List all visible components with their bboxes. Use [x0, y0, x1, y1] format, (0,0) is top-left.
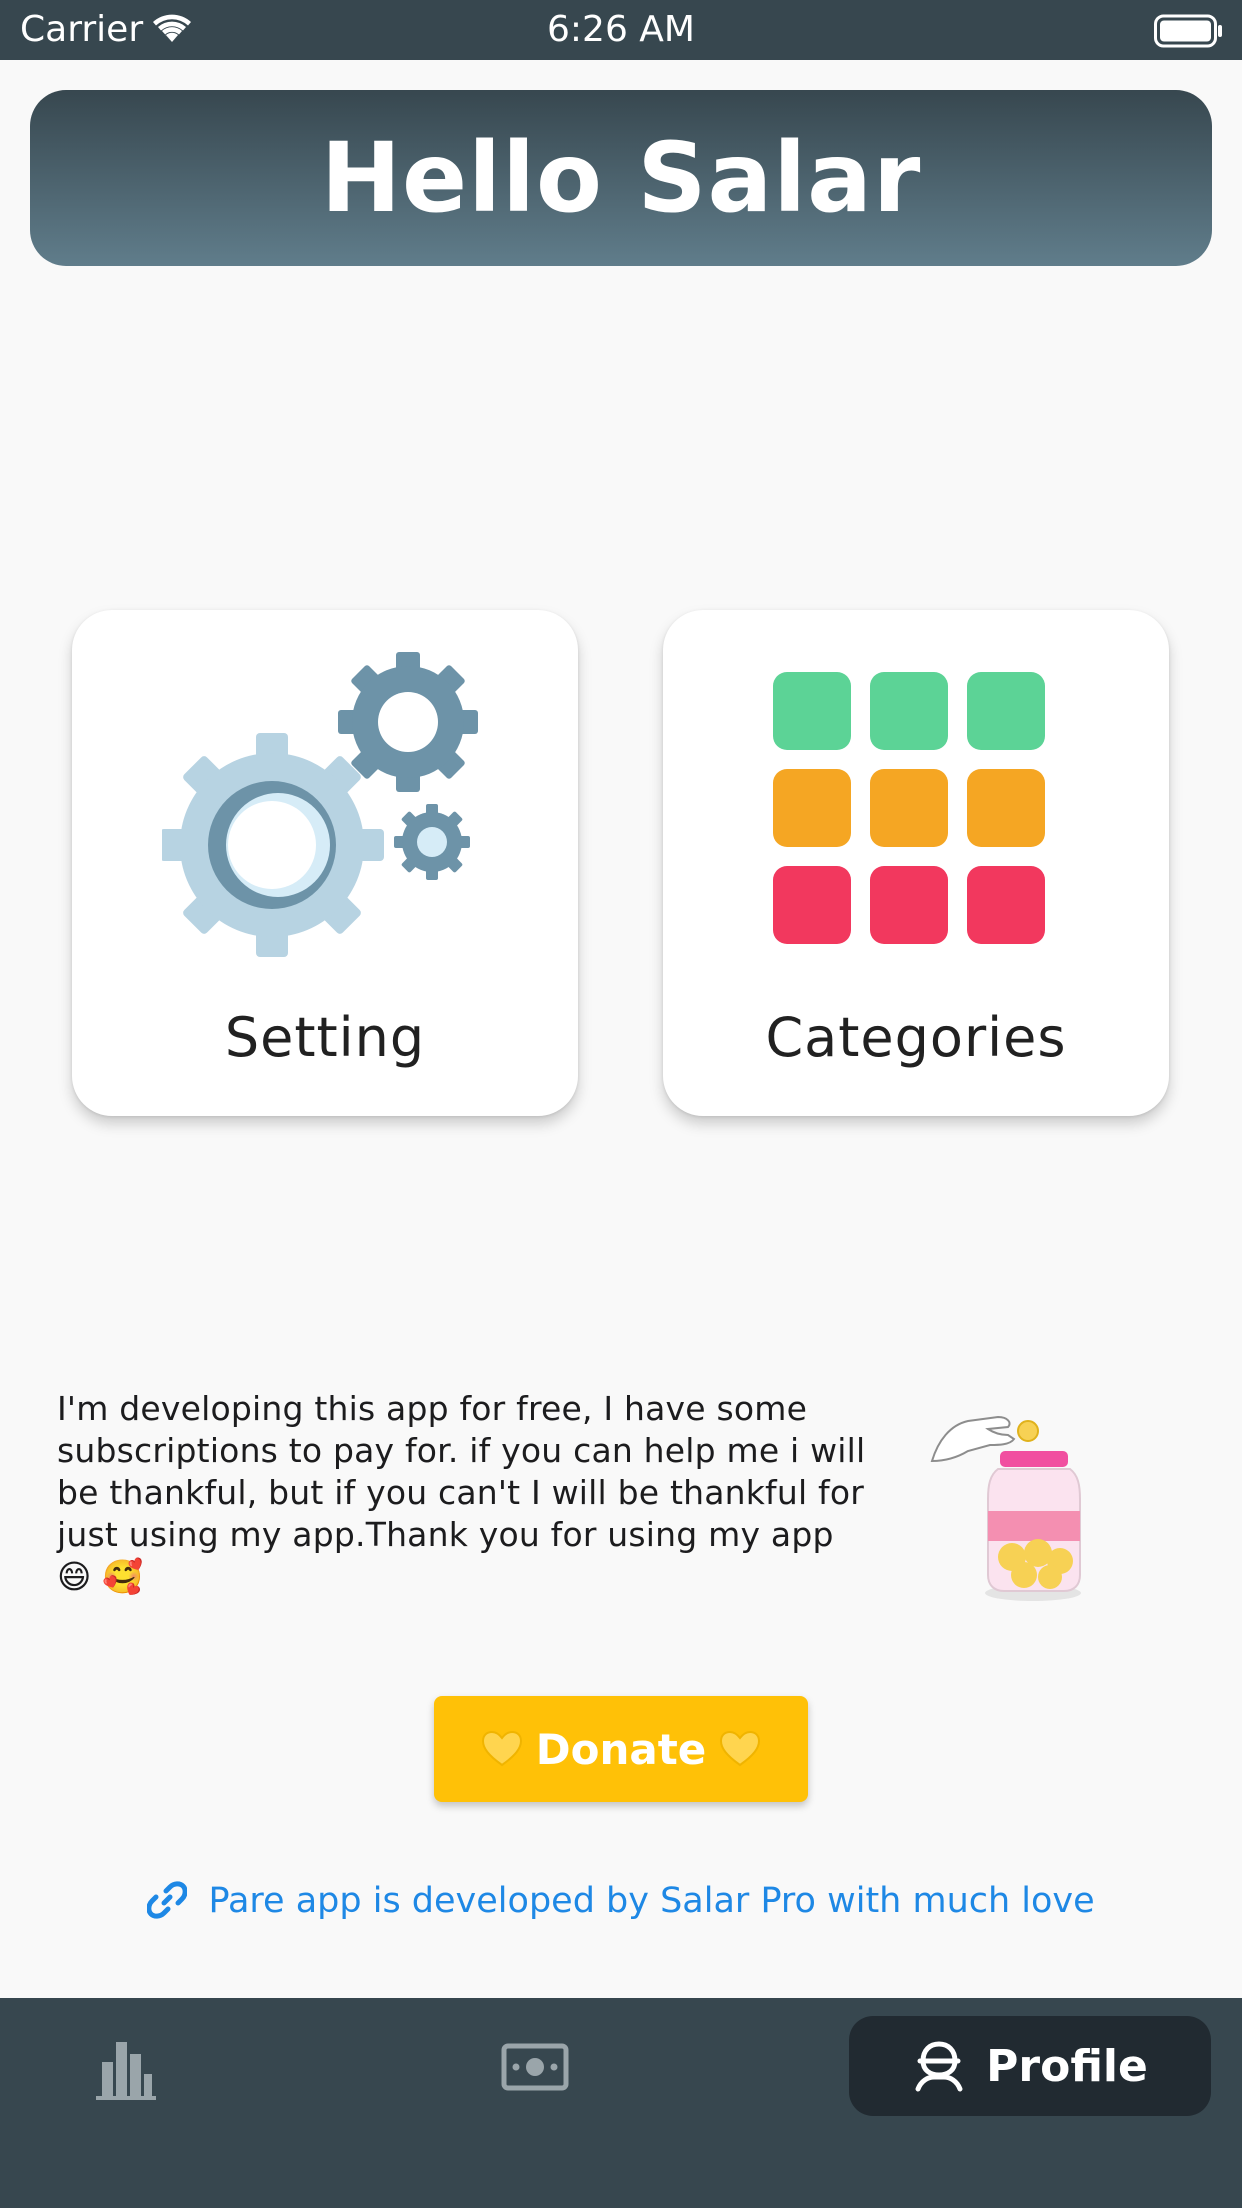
categories-card[interactable]: Categories — [663, 610, 1169, 1116]
nav-profile-label: Profile — [986, 2040, 1148, 2092]
battery-icon — [1154, 14, 1222, 48]
gears-icon — [162, 652, 478, 957]
status-bar: Carrier 6:26 AM — [0, 0, 1242, 60]
credit-text: Pare app is developed by Salar Pro with … — [208, 1881, 1095, 1921]
money-jar-illustration — [930, 1415, 1081, 1601]
nav-stats-tab[interactable] — [90, 2034, 160, 2104]
yellow-heart-icon — [720, 1731, 761, 1767]
nav-transactions-tab[interactable] — [500, 2038, 570, 2098]
donate-label: Donate — [535, 1724, 707, 1774]
donation-message: I'm developing this app for free, I have… — [57, 1389, 866, 1596]
categories-label: Categories — [765, 1006, 1067, 1069]
link-icon — [147, 1881, 188, 1919]
categories-grid-icon — [773, 672, 1045, 944]
setting-card[interactable]: Setting — [72, 610, 578, 1116]
donate-button[interactable]: Donate — [434, 1696, 808, 1802]
developer-credit-link[interactable]: Pare app is developed by Salar Pro with … — [0, 1876, 1242, 1926]
setting-label: Setting — [224, 1006, 426, 1069]
status-time: 6:26 AM — [547, 9, 695, 50]
page-title: Hello Salar — [320, 122, 922, 234]
nav-profile-tab[interactable]: Profile — [849, 2016, 1211, 2116]
yellow-heart-icon — [481, 1731, 522, 1767]
header-banner: Hello Salar — [30, 90, 1212, 266]
bar-chart-icon — [96, 2042, 156, 2100]
money-icon — [501, 2043, 569, 2091]
profile-icon — [915, 2041, 963, 2092]
bottom-nav: Profile — [0, 1998, 1242, 2208]
